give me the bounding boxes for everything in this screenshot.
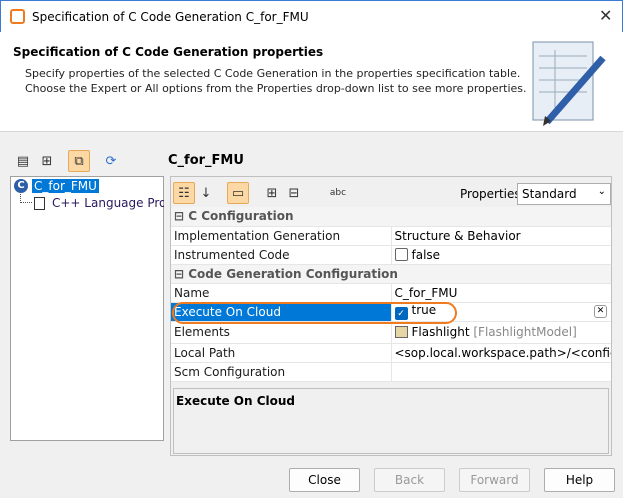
- help-button[interactable]: Help: [544, 468, 615, 492]
- dialog-header: Specification of C Code Generation prope…: [0, 32, 623, 132]
- table-view-icon[interactable]: ▤: [12, 150, 34, 172]
- collapse-all-icon[interactable]: ⊟: [283, 182, 305, 204]
- property-name: Elements: [171, 321, 392, 344]
- group-row: ⊟ C Configuration: [171, 207, 611, 227]
- model-icon: [394, 326, 408, 338]
- header-description-1: Specify properties of the selected C Cod…: [25, 67, 521, 80]
- spellcheck-icon[interactable]: abc: [327, 182, 349, 204]
- table-row: Scm Configuration: [171, 362, 611, 382]
- properties-selected: Standard: [522, 187, 577, 201]
- element-type: [FlashlightModel]: [473, 325, 577, 339]
- property-name: Instrumented Code: [171, 245, 392, 265]
- description-panel: Execute On Cloud: [173, 388, 609, 454]
- table-row: Name C_for_FMU: [171, 283, 611, 303]
- description-toggle-icon[interactable]: ▭: [227, 182, 249, 204]
- property-value[interactable]: Structure & Behavior: [391, 226, 611, 246]
- table-row: Instrumented Code false: [171, 245, 611, 265]
- property-value[interactable]: C_for_FMU: [391, 283, 611, 303]
- table-row: Elements Flashlight [FlashlightModel]: [171, 321, 611, 344]
- close-icon[interactable]: ✕: [599, 6, 612, 25]
- properties-dropdown[interactable]: Standard ⌄: [517, 183, 611, 205]
- group-code-generation[interactable]: Code Generation Configuration: [188, 267, 398, 281]
- tree-view-icon[interactable]: ⊞: [36, 150, 58, 172]
- compartment-view-icon[interactable]: ⧉: [68, 150, 90, 172]
- element-name: Flashlight: [411, 325, 470, 339]
- table-row: Implementation Generation Structure & Beh…: [171, 226, 611, 246]
- group-c-configuration[interactable]: C Configuration: [188, 209, 293, 223]
- reset-icon[interactable]: ✕: [594, 304, 607, 318]
- properties-label: Properties:: [460, 187, 525, 201]
- refresh-icon[interactable]: ⟳: [100, 150, 122, 172]
- description-title: Execute On Cloud: [176, 394, 296, 408]
- table-row: Local Path <sop.local.workspace.path>/<co…: [171, 343, 611, 363]
- spec-pencil-icon: [532, 41, 606, 126]
- forward-button[interactable]: Forward: [459, 468, 530, 492]
- c-code-icon: C: [14, 179, 28, 193]
- checkbox-label: false: [411, 247, 441, 262]
- group-row: ⊟ Code Generation Configuration: [171, 264, 611, 284]
- title-bar: Specification of C Code Generation C_for…: [0, 0, 623, 32]
- app-icon: [10, 9, 25, 24]
- properties-icon: [34, 197, 45, 210]
- header-title: Specification of C Code Generation prope…: [13, 45, 324, 59]
- expand-all-icon[interactable]: ⊞: [261, 182, 283, 204]
- property-name: Local Path: [171, 343, 392, 363]
- sort-az-icon[interactable]: ↓: [195, 182, 217, 204]
- tree-child[interactable]: C++ Language Properties: [52, 196, 164, 210]
- property-value[interactable]: false: [391, 245, 611, 265]
- header-description-2: Choose the Expert or All options from th…: [25, 82, 527, 95]
- tree-root[interactable]: C_for_FMU: [32, 179, 99, 193]
- property-value[interactable]: Flashlight [FlashlightModel]: [391, 321, 611, 344]
- property-name: Name: [171, 283, 392, 303]
- window-title: Specification of C Code Generation C_for…: [32, 10, 309, 24]
- property-value[interactable]: [391, 362, 611, 382]
- checkbox[interactable]: [394, 247, 408, 261]
- property-value[interactable]: <sop.local.workspace.path>/<configuratio…: [391, 343, 611, 363]
- chevron-down-icon: ⌄: [597, 186, 606, 197]
- element-title: C_for_FMU: [168, 153, 244, 168]
- element-tree[interactable]: C C_for_FMU C++ Language Properties: [10, 176, 164, 441]
- properties-panel: ☷ ↓ ▭ ⊞ ⊟ abc Properties: Standard ⌄ ⊟ C…: [170, 176, 612, 456]
- categorized-icon[interactable]: ☷: [173, 182, 195, 204]
- close-button[interactable]: Close: [289, 468, 360, 492]
- back-button[interactable]: Back: [374, 468, 445, 492]
- property-name: Implementation Generation: [171, 226, 392, 246]
- highlight-outline: [172, 302, 457, 324]
- property-table: ⊟ C Configuration Implementation Generat…: [171, 207, 611, 382]
- property-name: Scm Configuration: [171, 362, 392, 382]
- tree-connector: [20, 194, 32, 203]
